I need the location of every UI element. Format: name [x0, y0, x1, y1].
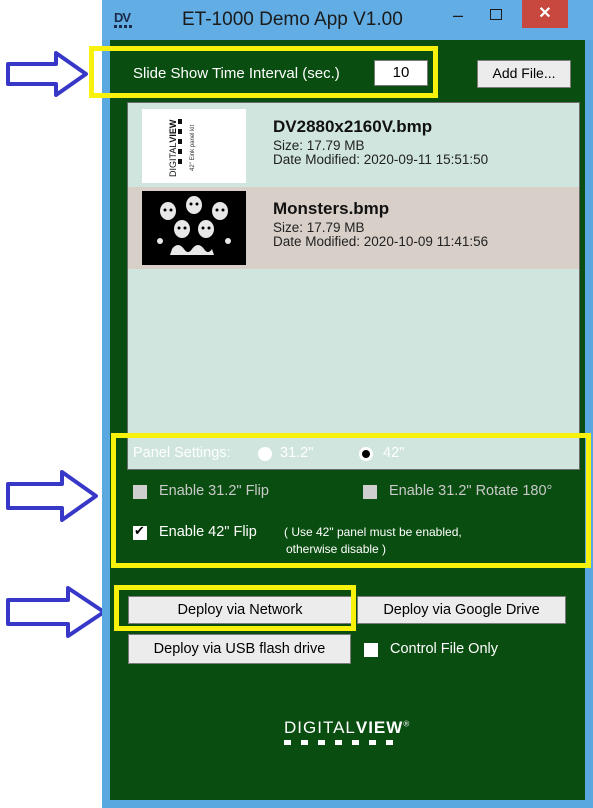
annotation-arrow-top — [6, 51, 88, 97]
file-date-modified: Date Modified: 2020-10-09 11:41:56 — [273, 234, 489, 249]
app-logo-text: DV — [114, 10, 131, 25]
digitalview-logo: DIGITALVIEW® — [284, 718, 410, 745]
close-button[interactable]: ✕ — [522, 0, 568, 28]
minimize-button[interactable]: – — [444, 3, 472, 29]
deploy-google-drive-button[interactable]: Deploy via Google Drive — [357, 596, 566, 624]
app-logo-icon: DV — [114, 10, 136, 32]
svg-text:DIGITALVIEW: DIGITALVIEW — [168, 119, 178, 177]
logo-registered-mark: ® — [403, 719, 411, 729]
file-list-item[interactable]: DIGITALVIEW 42" Eink panel kit DV2880x21… — [128, 105, 579, 187]
file-list[interactable]: DIGITALVIEW 42" Eink panel kit DV2880x21… — [127, 102, 580, 470]
app-window: DV ET-1000 Demo App V1.00 – ✕ Slide Show… — [102, 0, 593, 808]
window-title: ET-1000 Demo App V1.00 — [182, 9, 403, 30]
title-bar[interactable]: DV ET-1000 Demo App V1.00 – ✕ — [102, 0, 593, 40]
logo-text-light: DIGITAL — [284, 718, 356, 737]
highlight-deploy-network — [114, 585, 356, 631]
annotation-arrow-middle — [6, 470, 98, 522]
logo-text-bold: VIEW — [355, 718, 404, 737]
file-name: DV2880x2160V.bmp — [273, 117, 433, 136]
maximize-button[interactable] — [481, 3, 509, 29]
file-thumbnail: DIGITALVIEW 42" Eink panel kit — [142, 109, 246, 183]
file-list-item-selected[interactable]: Monsters.bmp Size: 17.79 MB Date Modifie… — [128, 187, 579, 269]
client-area: Slide Show Time Interval (sec.) 10 Add F… — [110, 40, 585, 800]
file-thumbnail — [142, 191, 246, 265]
maximize-icon — [490, 9, 502, 20]
control-file-only-label: Control File Only — [390, 641, 498, 657]
add-file-button[interactable]: Add File... — [477, 60, 571, 88]
highlight-panel-settings — [111, 433, 591, 568]
control-file-only-checkbox[interactable] — [364, 643, 378, 657]
file-name: Monsters.bmp — [273, 199, 390, 218]
file-size: Size: 17.79 MB — [273, 220, 365, 235]
svg-text:42" Eink panel kit: 42" Eink panel kit — [190, 125, 196, 171]
file-size: Size: 17.79 MB — [273, 138, 365, 153]
highlight-interval — [89, 46, 438, 98]
deploy-usb-button[interactable]: Deploy via USB flash drive — [128, 634, 351, 664]
annotation-arrow-bottom — [6, 586, 106, 638]
file-date-modified: Date Modified: 2020-09-11 15:51:50 — [273, 152, 489, 167]
